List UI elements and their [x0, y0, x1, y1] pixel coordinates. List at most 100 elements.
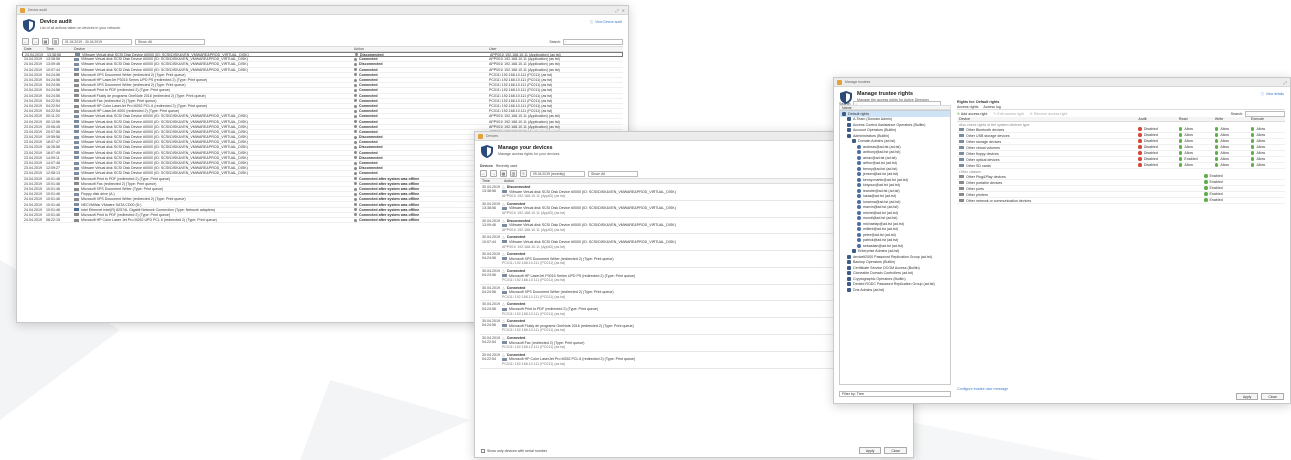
- restore-icon[interactable]: ⤢: [615, 8, 618, 13]
- remove-access-right-button[interactable]: ⊖ Remove access right: [1030, 112, 1068, 116]
- write-cell[interactable]: Allow: [1213, 157, 1249, 162]
- status-dot-icon: [1214, 157, 1219, 161]
- read-cell[interactable]: Enabled: [1202, 180, 1242, 185]
- column-action[interactable]: Action: [352, 47, 487, 51]
- tree-item[interactable]: Dns Admins (ad.tst): [840, 287, 950, 293]
- column-execute[interactable]: Execute: [1249, 117, 1285, 121]
- read-cell[interactable]: Allow: [1177, 145, 1213, 150]
- audit-cell[interactable]: Disabled: [1136, 139, 1177, 144]
- write-cell[interactable]: Allow: [1213, 151, 1249, 156]
- help-link[interactable]: ⓘ View Device audit: [590, 19, 622, 25]
- column-device[interactable]: Device: [957, 117, 1136, 121]
- list-icon[interactable]: ≡: [520, 170, 527, 177]
- table-row[interactable]: Other network or communication devices En…: [957, 198, 1285, 204]
- write-cell[interactable]: Allow: [1213, 139, 1249, 144]
- audit-cell[interactable]: Disabled: [1136, 163, 1177, 168]
- read-cell[interactable]: Allow: [1177, 163, 1213, 168]
- rights-search-input[interactable]: ⌕: [1245, 110, 1285, 117]
- tab-access-rights[interactable]: Access rights: [957, 105, 978, 109]
- column-time[interactable]: Time: [44, 47, 72, 51]
- restore-icon[interactable]: ⤢: [1284, 80, 1287, 85]
- calendar-icon[interactable]: ▦: [500, 170, 507, 177]
- audit-cell[interactable]: Disabled: [1136, 151, 1177, 156]
- action-cell: Connected: [352, 161, 487, 165]
- forward-icon[interactable]: →: [32, 38, 39, 45]
- grid-icon[interactable]: ▥: [510, 170, 517, 177]
- read-cell[interactable]: Enabled: [1202, 192, 1242, 197]
- execute-cell[interactable]: Allow: [1249, 145, 1285, 150]
- device-cell: VMware Virtual disk SCSI Disk Device #00…: [72, 135, 352, 139]
- write-cell-status: Allow: [1214, 151, 1229, 155]
- write-cell[interactable]: Allow: [1213, 163, 1249, 168]
- read-cell[interactable]: Allow: [1177, 133, 1213, 138]
- event-clock: 10:07:44: [482, 239, 496, 244]
- execute-cell[interactable]: Allow: [1249, 139, 1285, 144]
- audit-cell[interactable]: Disabled: [1136, 145, 1177, 150]
- column-date[interactable]: Date: [22, 47, 44, 51]
- group-icon: [847, 276, 851, 281]
- apply-button[interactable]: Apply: [1235, 393, 1259, 400]
- show-filter-dropdown[interactable]: Show: All: [588, 170, 638, 177]
- tab-access-log[interactable]: Access log: [983, 105, 1000, 109]
- execute-cell[interactable]: Allow: [1249, 127, 1285, 132]
- read-cell[interactable]: Allow: [1177, 139, 1213, 144]
- date-range-dropdown[interactable]: 09.04.2019 (recently): [530, 170, 585, 177]
- device-name: VMware Virtual disk SCSI Disk Device #00…: [81, 129, 248, 134]
- close-button[interactable]: Close: [884, 447, 907, 454]
- audit-cell-status: Disabled: [1138, 139, 1158, 143]
- apply-button[interactable]: Apply: [858, 447, 882, 454]
- column-device[interactable]: Device: [72, 47, 352, 51]
- show-only-serial-row[interactable]: Show only devices with serial number: [481, 449, 547, 453]
- search-input[interactable]: ⌕: [563, 38, 623, 45]
- column-audit[interactable]: Audit: [1136, 117, 1177, 121]
- time-cell: 13:38:56: [46, 57, 60, 62]
- show-filter-dropdown[interactable]: Show: All: [135, 38, 205, 45]
- execute-cell[interactable]: Allow: [1249, 151, 1285, 156]
- configure-message-link[interactable]: Configure trustee user message: [957, 387, 1008, 391]
- read-cell[interactable]: Enabled: [1202, 198, 1242, 203]
- grid-icon[interactable]: ▥: [52, 38, 59, 45]
- execute-cell[interactable]: Allow: [1249, 157, 1285, 162]
- execute-cell[interactable]: Allow: [1249, 163, 1285, 168]
- print-device-icon: [74, 78, 79, 82]
- audit-cell[interactable]: Disabled: [1136, 157, 1177, 162]
- column-action[interactable]: Action: [502, 179, 514, 183]
- forward-icon[interactable]: →: [490, 170, 497, 177]
- column-name[interactable]: Name: [842, 106, 852, 110]
- tree-item-label: lunanna@ad.tst (ad.tst): [863, 199, 901, 204]
- write-cell[interactable]: Allow: [1213, 127, 1249, 132]
- tree-item[interactable]: Denied RODC Password Replication Group (…: [840, 282, 950, 288]
- audit-cell[interactable]: Disabled: [1136, 133, 1177, 138]
- read-cell[interactable]: Enabled: [1202, 174, 1242, 179]
- column-time[interactable]: Time: [480, 179, 502, 183]
- tab-recently-used[interactable]: Recently used: [496, 164, 518, 168]
- read-cell[interactable]: Enabled: [1202, 186, 1242, 191]
- time-cell: 04:22:54: [46, 103, 60, 108]
- write-cell[interactable]: Allow: [1213, 145, 1249, 150]
- action-label: Connected after system was offline: [359, 197, 420, 202]
- read-cell[interactable]: Allow: [1177, 127, 1213, 132]
- read-cell[interactable]: Enabled: [1177, 157, 1213, 162]
- print-device-icon: [74, 213, 79, 217]
- calendar-icon[interactable]: ▦: [42, 38, 49, 45]
- column-read[interactable]: Read: [1177, 117, 1213, 121]
- back-icon[interactable]: ←: [22, 38, 29, 45]
- read-cell[interactable]: Allow: [1177, 151, 1213, 156]
- edit-access-right-button[interactable]: ✎ Edit access right: [993, 112, 1023, 116]
- audit-cell[interactable]: Disabled: [1136, 127, 1177, 132]
- tab-devices[interactable]: Devices: [480, 164, 493, 168]
- date-range-dropdown[interactable]: 01.04.2019 - 30.04.2019: [62, 38, 132, 45]
- add-access-right-button[interactable]: ⊕ Add access right: [957, 112, 987, 116]
- device-name: Microsoft XPS Document Writer (redirecte…: [81, 72, 186, 77]
- help-link[interactable]: ⓘ View details: [1261, 91, 1284, 97]
- close-button[interactable]: Close: [1261, 393, 1284, 400]
- column-user[interactable]: User: [487, 47, 617, 51]
- write-cell[interactable]: Allow: [1213, 133, 1249, 138]
- execute-cell[interactable]: Allow: [1249, 133, 1285, 138]
- filter-dropdown[interactable]: Filter by: Tree: [839, 391, 951, 397]
- close-icon[interactable]: ✕: [622, 8, 625, 13]
- column-write[interactable]: Write: [1213, 117, 1249, 121]
- back-icon[interactable]: ←: [480, 170, 487, 177]
- tree-item-label: Domain Admins (ad.tst): [858, 139, 896, 144]
- show-only-serial-checkbox[interactable]: [481, 449, 485, 453]
